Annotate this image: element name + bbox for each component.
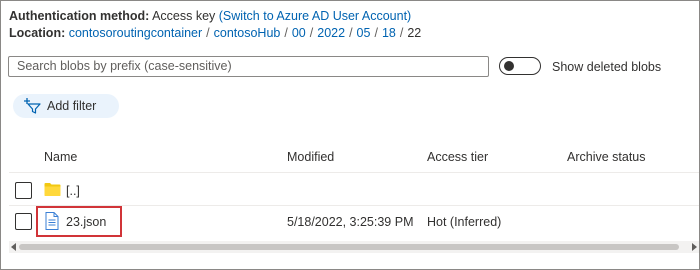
row-checkbox[interactable]: [15, 182, 32, 199]
breadcrumb-item[interactable]: 18: [382, 26, 396, 40]
add-filter-icon: [23, 98, 41, 117]
show-deleted-toggle[interactable]: [499, 57, 541, 75]
breadcrumb-separator: /: [399, 26, 404, 40]
breadcrumb: Location: contosoroutingcontainer / contos…: [9, 26, 421, 40]
blob-browser-panel: Authentication method: Access key (Switc…: [0, 0, 700, 270]
breadcrumb-item[interactable]: contosoHub: [214, 26, 281, 40]
breadcrumb-separator: /: [206, 26, 210, 40]
scroll-left-icon[interactable]: [11, 243, 16, 251]
breadcrumb-separator: /: [284, 26, 288, 40]
breadcrumb-item[interactable]: contosoroutingcontainer: [69, 26, 202, 40]
search-placeholder: Search blobs by prefix (case-sensitive): [17, 59, 232, 73]
breadcrumb-current: 22: [407, 26, 422, 40]
add-filter-button[interactable]: Add filter: [13, 94, 119, 118]
switch-auth-link[interactable]: (Switch to Azure AD User Account): [219, 9, 411, 23]
breadcrumb-separator: /: [349, 26, 353, 40]
folder-icon: [44, 182, 61, 200]
add-filter-label: Add filter: [47, 99, 97, 113]
scroll-right-icon[interactable]: [692, 243, 697, 251]
breadcrumb-item[interactable]: 05: [357, 26, 371, 40]
auth-line: Authentication method: Access key (Switc…: [9, 9, 411, 23]
show-deleted-label: Show deleted blobs: [552, 60, 662, 74]
auth-label: Authentication method:: [9, 9, 150, 23]
highlight-box: [36, 206, 122, 237]
location-label: Location:: [9, 26, 66, 40]
breadcrumb-item[interactable]: 00: [292, 26, 306, 40]
breadcrumb-item[interactable]: 2022: [317, 26, 345, 40]
horizontal-scrollbar[interactable]: [9, 241, 699, 253]
column-header-name[interactable]: Name: [44, 150, 77, 164]
row-checkbox[interactable]: [15, 213, 32, 230]
breadcrumb-separator: /: [309, 26, 314, 40]
row-name[interactable]: [..]: [66, 184, 80, 198]
auth-value: Access key: [152, 9, 216, 23]
toggle-knob: [504, 61, 514, 71]
row-modified: 5/18/2022, 3:25:39 PM: [287, 215, 414, 229]
header-divider: [9, 172, 699, 173]
column-header-access-tier[interactable]: Access tier: [427, 150, 488, 164]
search-input[interactable]: Search blobs by prefix (case-sensitive): [8, 56, 489, 77]
column-header-archive-status[interactable]: Archive status: [567, 150, 646, 164]
row-access-tier: Hot (Inferred): [427, 215, 502, 229]
scrollbar-thumb[interactable]: [19, 244, 679, 250]
column-header-modified[interactable]: Modified: [287, 150, 334, 164]
breadcrumb-separator: /: [374, 26, 378, 40]
